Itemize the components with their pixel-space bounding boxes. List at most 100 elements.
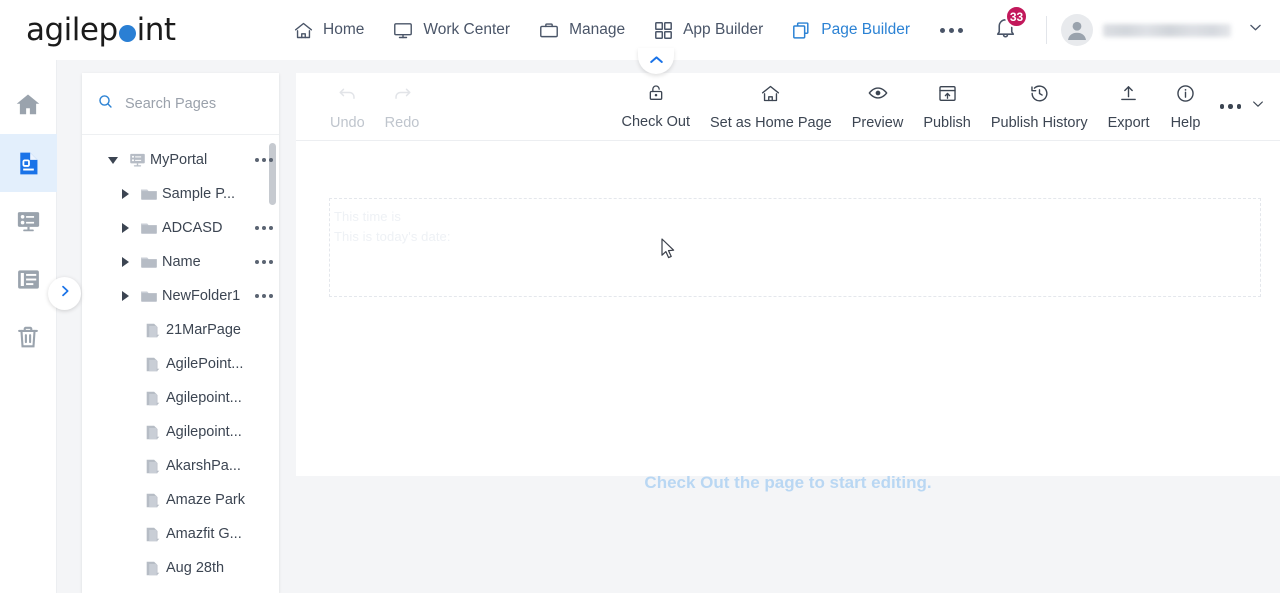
- trash-icon: [11, 320, 45, 354]
- toolbar-overflow-menu[interactable]: [1212, 96, 1280, 117]
- toolbar-collapse-tab[interactable]: [638, 48, 674, 74]
- check-out-button[interactable]: Check Out: [612, 83, 701, 130]
- page-icon: [140, 355, 166, 374]
- help-button[interactable]: Help: [1160, 83, 1212, 131]
- export-button[interactable]: Export: [1098, 83, 1160, 131]
- undo-button[interactable]: Undo: [320, 83, 375, 131]
- ellipsis-icon: [1219, 104, 1241, 109]
- canvas-checkout-message: Check Out the page to start editing.: [644, 473, 932, 492]
- tree-item-newfolder1[interactable]: NewFolder1: [82, 279, 279, 313]
- nav-item-manage[interactable]: Manage: [524, 14, 639, 47]
- tree-label: 21MarPage: [166, 322, 241, 338]
- pages-tree-panel: Search Pages MyPortal Sample P... ADCASD…: [82, 73, 279, 593]
- list-panel-icon: [11, 262, 45, 296]
- search-pages-row[interactable]: Search Pages: [82, 73, 279, 135]
- ghost-line-2: This is today's date:: [334, 229, 451, 244]
- tree-item-myportal[interactable]: MyPortal: [82, 143, 279, 177]
- lock-icon: [646, 83, 666, 107]
- chevron-right-icon: [57, 283, 73, 304]
- search-input[interactable]: Search Pages: [125, 96, 216, 112]
- notification-count-badge: 33: [1005, 5, 1028, 28]
- tree-label: AkarshPa...: [166, 458, 241, 474]
- tree-label: Amaze Park: [166, 492, 245, 508]
- search-icon: [97, 93, 114, 115]
- tree-label: Aug 28th: [166, 560, 225, 576]
- page-toolbar: Undo Redo Check Out Set as Home Page Pre…: [296, 73, 1280, 141]
- chevron-up-icon: [648, 52, 665, 70]
- tree-item-amazfit-g[interactable]: Amazfit G...: [82, 517, 279, 551]
- page-icon: [140, 321, 166, 340]
- tree-item-menu-icon[interactable]: [252, 226, 273, 230]
- tree-item-akarshpa[interactable]: AkarshPa...: [82, 449, 279, 483]
- tree-item-agilepoint-3[interactable]: Agilepoint...: [82, 415, 279, 449]
- page-builder-app: agilep int Home Work Center Manage App B…: [0, 0, 1280, 593]
- publish-layout-icon: [937, 83, 958, 108]
- redo-button[interactable]: Redo: [375, 83, 430, 131]
- home-filled-icon: [11, 88, 45, 122]
- nav-item-page-builder[interactable]: Page Builder: [777, 14, 924, 47]
- nav-item-work-center[interactable]: Work Center: [378, 14, 524, 47]
- nav-overflow-ellipsis-icon[interactable]: [924, 18, 979, 43]
- nav-label-manage: Manage: [569, 21, 626, 38]
- tree-label: AgilePoint...: [166, 356, 244, 372]
- chevron-down-icon: [1247, 19, 1264, 41]
- undo-icon: [337, 83, 358, 108]
- grid-icon: [653, 20, 674, 41]
- sidebar-collapse-toggle[interactable]: [48, 277, 81, 310]
- page-icon: [140, 457, 166, 476]
- page-icon: [140, 389, 166, 408]
- rail-item-portal[interactable]: [0, 192, 57, 250]
- home-outline-icon: [760, 83, 781, 108]
- redo-label: Redo: [384, 114, 420, 131]
- publish-button[interactable]: Publish: [913, 83, 981, 131]
- page-icon: [140, 491, 166, 510]
- set-as-home-page-label: Set as Home Page: [710, 114, 832, 131]
- caret-right-icon[interactable]: [114, 189, 136, 199]
- preview-label: Preview: [851, 115, 904, 131]
- logo-text-part1: agilep: [26, 12, 118, 48]
- tree-item-agilepoint-2[interactable]: Agilepoint...: [82, 381, 279, 415]
- tree-item-21marpage[interactable]: 21MarPage: [82, 313, 279, 347]
- caret-right-icon[interactable]: [114, 223, 136, 233]
- rail-item-pages[interactable]: [0, 134, 57, 192]
- rail-item-recycle-bin[interactable]: [0, 308, 57, 366]
- page-document-icon: [11, 146, 45, 180]
- tree-scroll-area: MyPortal Sample P... ADCASD Name NewFold…: [82, 135, 279, 593]
- page-icon: [140, 423, 166, 442]
- tree-item-menu-icon[interactable]: [252, 260, 273, 264]
- caret-right-icon[interactable]: [114, 291, 136, 301]
- set-as-home-page-button[interactable]: Set as Home Page: [700, 83, 842, 131]
- page-canvas[interactable]: This time is This is today's date: Check…: [296, 141, 1280, 492]
- tree-label: Name: [162, 254, 201, 270]
- notifications-button[interactable]: 33: [979, 5, 1032, 53]
- agilepoint-logo[interactable]: agilep int: [26, 12, 217, 48]
- undo-label: Undo: [330, 114, 365, 131]
- history-clock-icon: [1029, 83, 1050, 108]
- tree-label: Agilepoint...: [166, 390, 242, 406]
- tree-item-agilepoint-1[interactable]: AgilePoint...: [82, 347, 279, 381]
- portal-icon: [124, 151, 150, 170]
- tree-item-aug-28th[interactable]: Aug 28th: [82, 551, 279, 585]
- caret-down-icon[interactable]: [102, 156, 124, 164]
- rail-item-home[interactable]: [0, 76, 57, 134]
- preview-button[interactable]: Preview: [842, 82, 914, 131]
- tree-item-sample-p[interactable]: Sample P...: [82, 177, 279, 211]
- nav-item-app-builder[interactable]: App Builder: [639, 14, 777, 47]
- user-menu[interactable]: [1061, 14, 1264, 46]
- tree-item-menu-icon[interactable]: [252, 294, 273, 298]
- publish-history-button[interactable]: Publish History: [981, 83, 1098, 131]
- tree-item-adcasd[interactable]: ADCASD: [82, 211, 279, 245]
- tree-item-menu-icon[interactable]: [252, 158, 273, 162]
- caret-right-icon[interactable]: [114, 257, 136, 267]
- eye-icon: [867, 82, 889, 108]
- canvas-drop-zone[interactable]: This time is This is today's date:: [329, 198, 1261, 297]
- tree-label: Sample P...: [162, 186, 236, 202]
- tree-item-amaze-park[interactable]: Amaze Park: [82, 483, 279, 517]
- tree-label: MyPortal: [150, 152, 208, 168]
- nav-label-work-center: Work Center: [423, 21, 511, 38]
- rail-item-list[interactable]: [0, 250, 57, 308]
- nav-item-home[interactable]: Home: [279, 14, 378, 47]
- header-divider: [1046, 16, 1047, 44]
- tree-item-name[interactable]: Name: [82, 245, 279, 279]
- monitor-icon: [392, 20, 414, 41]
